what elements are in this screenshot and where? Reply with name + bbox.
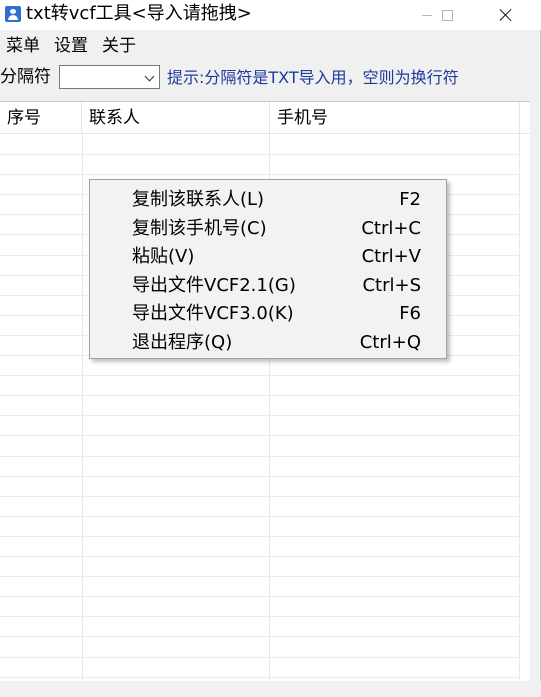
- context-menu-item-export-vcf21[interactable]: 导出文件VCF2.1(G) Ctrl+S: [90, 271, 446, 300]
- menu-item-menu[interactable]: 菜单: [0, 33, 47, 59]
- status-bar: [0, 681, 541, 697]
- context-menu-label: 退出程序(Q): [132, 331, 233, 353]
- empty-row-line: [0, 174, 520, 175]
- empty-row-line: [0, 516, 520, 517]
- context-menu-item-copy-contact[interactable]: 复制该联系人(L) F2: [90, 185, 446, 214]
- maximize-button[interactable]: [425, 0, 469, 30]
- empty-row-line: [0, 395, 520, 396]
- title-bar[interactable]: txt转vcf工具<导入请拖拽>: [0, 0, 541, 30]
- empty-row-line: [0, 375, 520, 376]
- menu-bar: 菜单 设置 关于: [0, 33, 143, 59]
- context-menu-item-exit[interactable]: 退出程序(Q) Ctrl+Q: [90, 328, 446, 357]
- context-menu-label: 粘贴(V): [132, 246, 195, 267]
- column-header-phone[interactable]: 手机号: [270, 102, 520, 134]
- column-divider: [519, 134, 520, 681]
- hint-text: 提示:分隔符是TXT导入用，空则为换行符: [167, 68, 459, 87]
- empty-row-line: [0, 435, 520, 436]
- close-button[interactable]: [483, 0, 529, 30]
- empty-row-line: [0, 596, 520, 597]
- app-window: txt转vcf工具<导入请拖拽> 菜单 设置 关于 分隔符 提示:分隔符是TXT…: [0, 0, 541, 697]
- empty-row-line: [0, 536, 520, 537]
- context-menu-label: 复制该手机号(C): [132, 217, 267, 239]
- chevron-down-icon[interactable]: [144, 71, 155, 82]
- column-header-contact[interactable]: 联系人: [82, 102, 270, 134]
- menu-item-about[interactable]: 关于: [95, 33, 143, 59]
- empty-row-line: [0, 636, 520, 637]
- context-menu-item-paste[interactable]: 粘贴(V) Ctrl+V: [90, 242, 446, 271]
- context-menu-shortcut: F2: [399, 189, 421, 210]
- empty-row-line: [0, 415, 520, 416]
- table-header: 序号 联系人 手机号: [0, 102, 530, 134]
- empty-row-line: [0, 496, 520, 497]
- empty-row-line: [0, 576, 520, 577]
- context-menu-shortcut: F6: [399, 303, 421, 324]
- menu-item-settings[interactable]: 设置: [47, 33, 95, 59]
- maximize-icon: [441, 9, 453, 21]
- context-menu-item-copy-phone[interactable]: 复制该手机号(C) Ctrl+C: [90, 214, 446, 243]
- separator-label: 分隔符: [0, 67, 51, 87]
- window-title: txt转vcf工具<导入请拖拽>: [26, 3, 252, 24]
- empty-row-line: [0, 616, 520, 617]
- empty-row-line: [0, 556, 520, 557]
- context-menu-shortcut: Ctrl+Q: [359, 331, 421, 353]
- column-header-index[interactable]: 序号: [0, 102, 82, 134]
- context-menu-label: 导出文件VCF3.0(K): [132, 303, 294, 324]
- context-menu-shortcut: Ctrl+C: [361, 217, 421, 239]
- close-icon: [499, 8, 513, 22]
- context-menu-item-export-vcf30[interactable]: 导出文件VCF3.0(K) F6: [90, 299, 446, 328]
- empty-row-line: [0, 677, 520, 678]
- context-menu: 复制该联系人(L) F2 复制该手机号(C) Ctrl+C 粘贴(V) Ctrl…: [89, 179, 447, 359]
- empty-row-line: [0, 456, 520, 457]
- empty-row-line: [0, 657, 520, 658]
- empty-row-line: [0, 476, 520, 477]
- context-menu-shortcut: Ctrl+S: [362, 274, 421, 296]
- toolbar: 分隔符 提示:分隔符是TXT导入用，空则为换行符: [0, 62, 541, 92]
- context-menu-label: 复制该联系人(L): [132, 189, 265, 210]
- context-menu-label: 导出文件VCF2.1(G): [132, 274, 296, 296]
- separator-select[interactable]: [59, 65, 160, 89]
- column-divider: [82, 134, 83, 681]
- contact-app-icon: [5, 6, 21, 22]
- empty-row-line: [0, 154, 520, 155]
- context-menu-shortcut: Ctrl+V: [361, 246, 421, 267]
